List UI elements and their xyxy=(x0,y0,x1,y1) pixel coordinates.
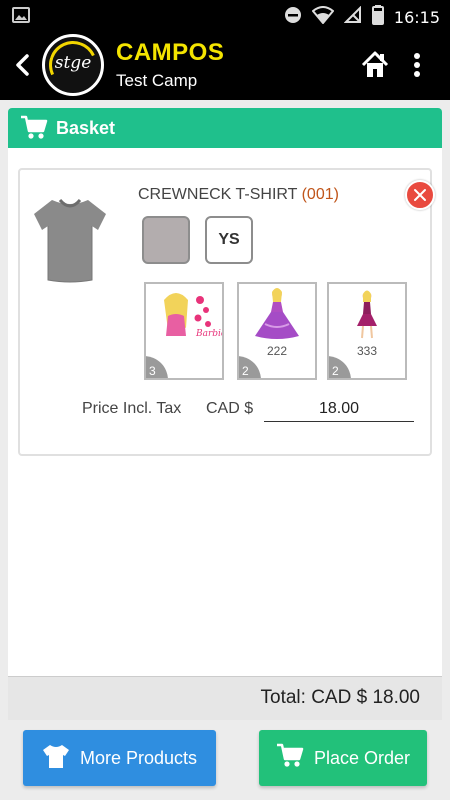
tshirt-image xyxy=(30,188,110,288)
app-bar: stge CAMPOS Test Camp xyxy=(0,30,450,100)
do-not-disturb-icon xyxy=(284,6,302,29)
design-label: 222 xyxy=(266,344,288,358)
basket-title: Basket xyxy=(56,118,116,138)
more-products-button[interactable]: More Products xyxy=(23,730,216,786)
total-amount: Total: CAD $ 18.00 xyxy=(260,687,420,708)
tshirt-icon xyxy=(42,743,70,774)
color-swatch[interactable] xyxy=(142,216,190,264)
app-title: CAMPOS xyxy=(116,39,225,66)
image-icon xyxy=(12,7,30,28)
cart-icon xyxy=(276,743,304,774)
more-products-label: More Products xyxy=(79,747,198,768)
total-bar: Total: CAD $ 18.00 xyxy=(8,676,442,720)
princess-design[interactable]: 222 2 xyxy=(237,282,317,380)
app-subtitle: Test Camp xyxy=(116,71,198,90)
price-label: Price Incl. Tax xyxy=(82,400,182,417)
place-order-button[interactable]: Place Order xyxy=(259,730,427,786)
product-name: CREWNECK T-SHIRT (001) xyxy=(138,186,339,204)
battery-icon xyxy=(371,5,384,30)
more-vert-icon[interactable] xyxy=(407,50,427,80)
logo-text: stge xyxy=(54,53,92,73)
svg-text:Barbie: Barbie xyxy=(195,329,222,339)
wifi-icon xyxy=(311,6,335,29)
basket-item-card: CREWNECK T-SHIRT (001) YS Barbie 3 xyxy=(18,168,435,456)
basket-content: CREWNECK T-SHIRT (001) YS Barbie 3 xyxy=(8,148,442,676)
home-icon[interactable] xyxy=(360,50,390,80)
close-icon xyxy=(414,189,426,201)
price-currency: CAD $ xyxy=(206,400,254,417)
place-order-label: Place Order xyxy=(313,747,411,768)
camp-logo: stge xyxy=(42,34,104,96)
no-signal-icon xyxy=(343,5,362,29)
barbie-design[interactable]: Barbie 3 xyxy=(144,282,224,380)
basket-header: Basket xyxy=(8,108,442,148)
size-option[interactable]: YS xyxy=(205,216,253,264)
cart-icon xyxy=(20,115,48,146)
price-input[interactable] xyxy=(264,396,414,422)
design-label: 333 xyxy=(356,344,378,358)
status-bar: 16:15 xyxy=(0,0,450,30)
status-time: 16:15 xyxy=(393,8,440,27)
back-arrow-icon[interactable] xyxy=(10,52,36,78)
product-title: CREWNECK T-SHIRT xyxy=(138,186,298,203)
product-code: (001) xyxy=(301,186,339,203)
doll-design[interactable]: 333 2 xyxy=(327,282,407,380)
remove-item-button[interactable] xyxy=(405,180,435,210)
